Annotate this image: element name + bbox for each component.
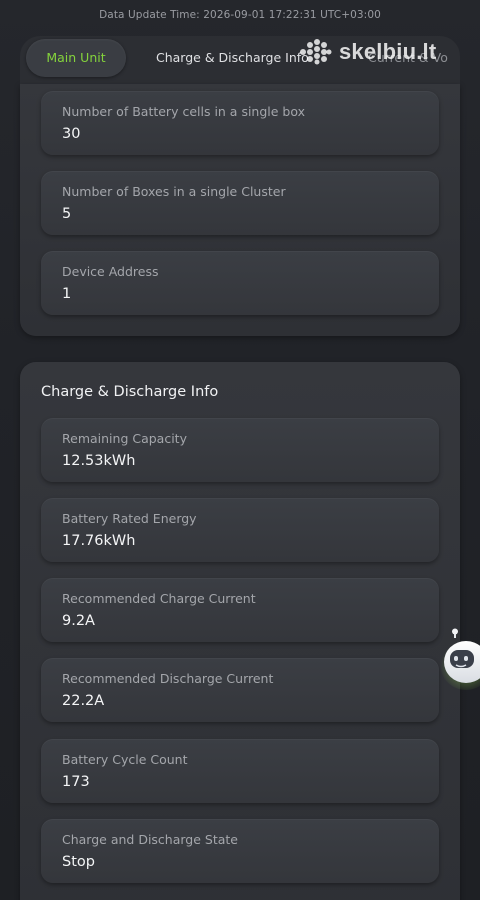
field-value: 17.76kWh	[62, 533, 136, 549]
tab-charge-discharge-info[interactable]: Charge & Discharge Info	[156, 39, 309, 77]
robot-assistant-icon	[440, 628, 480, 690]
field-battery-rated-energy: Battery Rated Energy 17.76kWh	[41, 498, 439, 562]
field-recommended-charge-current: Recommended Charge Current 9.2A	[41, 578, 439, 642]
field-label: Number of Battery cells in a single box	[62, 104, 306, 119]
field-label: Battery Rated Energy	[62, 511, 197, 526]
section-title: Charge & Discharge Info	[41, 384, 219, 400]
field-remaining-capacity: Remaining Capacity 12.53kWh	[41, 418, 439, 482]
watermark-text: skelbiu.lt	[339, 39, 437, 64]
field-label: Recommended Charge Current	[62, 591, 256, 606]
assistant-button[interactable]	[440, 628, 480, 690]
field-label: Battery Cycle Count	[62, 752, 188, 767]
field-label: Number of Boxes in a single Cluster	[62, 184, 286, 199]
field-value: 9.2A	[62, 613, 95, 629]
field-device-address: Device Address 1	[41, 251, 439, 315]
field-battery-cycle-count: Battery Cycle Count 173	[41, 739, 439, 803]
field-label: Device Address	[62, 264, 159, 279]
field-value: 173	[62, 774, 90, 790]
tab-main-unit[interactable]: Main Unit	[26, 39, 126, 77]
field-boxes-per-cluster: Number of Boxes in a single Cluster 5	[41, 171, 439, 235]
field-charge-discharge-state: Charge and Discharge State Stop	[41, 819, 439, 883]
app-screen: Data Update Time: 2026-09-01 17:22:31 UT…	[0, 0, 480, 900]
watermark: skelbiu.lt	[298, 34, 436, 70]
dot-grid-logo-icon	[300, 39, 332, 65]
field-value: 1	[62, 286, 72, 302]
field-label: Charge and Discharge State	[62, 832, 238, 847]
field-value: 12.53kWh	[62, 453, 136, 469]
main-unit-card: Number of Battery cells in a single box …	[20, 84, 460, 336]
field-value: Stop	[62, 854, 95, 870]
field-value: 5	[62, 206, 72, 222]
field-recommended-discharge-current: Recommended Discharge Current 22.2A	[41, 658, 439, 722]
field-cells-per-box: Number of Battery cells in a single box …	[41, 91, 439, 155]
charge-discharge-card: Charge & Discharge Info Remaining Capaci…	[20, 362, 460, 900]
field-value: 30	[62, 126, 81, 142]
field-label: Recommended Discharge Current	[62, 671, 274, 686]
field-value: 22.2A	[62, 693, 105, 709]
field-label: Remaining Capacity	[62, 431, 187, 446]
data-update-time: Data Update Time: 2026-09-01 17:22:31 UT…	[99, 9, 381, 21]
